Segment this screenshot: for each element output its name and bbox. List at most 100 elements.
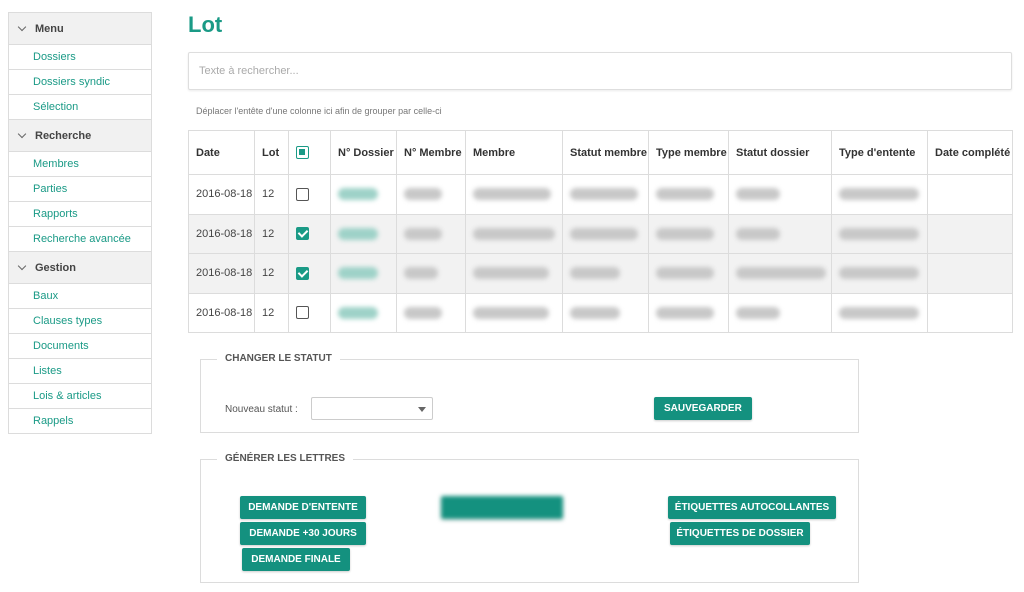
sidebar-item-baux[interactable]: Baux xyxy=(9,284,151,309)
redacted-text xyxy=(338,227,378,240)
sidebar-item-dossiers[interactable]: Dossiers xyxy=(9,45,151,70)
sidebar-item-membres[interactable]: Membres xyxy=(9,152,151,177)
redacted-text xyxy=(404,306,442,319)
redacted-text xyxy=(473,267,549,280)
save-button[interactable]: SAUVEGARDER xyxy=(654,397,752,420)
cell-statut-dossier xyxy=(728,213,832,254)
cell-lot: 12 xyxy=(254,174,289,215)
cell-type-entente xyxy=(831,213,928,254)
sidebar-section-menu[interactable]: Menu xyxy=(9,13,151,45)
demande-entente-button[interactable]: DEMANDE D'ENTENTE xyxy=(240,496,366,519)
redacted-text xyxy=(473,227,555,240)
sidebar-item-listes[interactable]: Listes xyxy=(9,359,151,384)
cell-statut-membre xyxy=(562,174,649,215)
row-checkbox[interactable] xyxy=(296,187,309,201)
redacted-text xyxy=(404,267,438,280)
caret-down-icon xyxy=(418,407,426,412)
cell-type-membre xyxy=(648,213,729,254)
column-header-type-entente[interactable]: Type d'entente xyxy=(831,130,928,175)
chevron-down-icon xyxy=(17,22,27,32)
cell-type-entente xyxy=(831,174,928,215)
panel-legend: GÉNÉRER LES LETTRES xyxy=(217,453,354,464)
sidebar-item-rapports[interactable]: Rapports xyxy=(9,202,151,227)
column-header-lot[interactable]: Lot xyxy=(254,130,289,175)
cell-date: 2016-08-18 xyxy=(188,174,255,215)
column-header-type-membre[interactable]: Type membre xyxy=(648,130,729,175)
cell-date-complete xyxy=(927,292,1013,333)
cell-membre xyxy=(465,174,563,215)
sidebar-item-lois-articles[interactable]: Lois & articles xyxy=(9,384,151,409)
redacted-text xyxy=(839,188,919,201)
redacted-text xyxy=(338,306,378,319)
sidebar-item-documents[interactable]: Documents xyxy=(9,334,151,359)
etiquettes-autocollantes-button[interactable]: ÉTIQUETTES AUTOCOLLANTES xyxy=(668,496,836,519)
cell-no-dossier xyxy=(330,213,397,254)
sidebar-item-recherche-avancee[interactable]: Recherche avancée xyxy=(9,227,151,252)
sidebar: Menu Dossiers Dossiers syndic Sélection … xyxy=(8,12,152,434)
new-status-label: Nouveau statut : xyxy=(225,404,298,415)
cell-lot: 12 xyxy=(254,213,289,254)
demande-30-jours-button[interactable]: DEMANDE +30 JOURS xyxy=(240,522,366,545)
table-row[interactable]: 2016-08-18 12 xyxy=(188,253,1013,294)
sidebar-item-clauses-types[interactable]: Clauses types xyxy=(9,309,151,334)
sidebar-section-recherche[interactable]: Recherche xyxy=(9,120,151,152)
lot-table: Date Lot N° Dossier N° Membre Membre Sta… xyxy=(188,130,1013,333)
table-row[interactable]: 2016-08-18 12 xyxy=(188,292,1013,333)
cell-no-membre xyxy=(396,253,466,294)
demande-finale-button[interactable]: DEMANDE FINALE xyxy=(242,548,350,571)
sidebar-item-rappels[interactable]: Rappels xyxy=(9,409,151,434)
cell-no-dossier xyxy=(330,253,397,294)
sidebar-section-gestion[interactable]: Gestion xyxy=(9,252,151,284)
cell-membre xyxy=(465,292,563,333)
search-input[interactable] xyxy=(188,52,1012,90)
table-row[interactable]: 2016-08-18 12 xyxy=(188,213,1013,254)
sidebar-item-parties[interactable]: Parties xyxy=(9,177,151,202)
column-header-statut-dossier[interactable]: Statut dossier xyxy=(728,130,832,175)
redacted-text xyxy=(404,227,442,240)
new-status-select[interactable] xyxy=(311,397,433,420)
redacted-text xyxy=(736,227,780,240)
redacted-text xyxy=(839,227,919,240)
row-checkbox[interactable] xyxy=(296,227,309,241)
cell-no-dossier xyxy=(330,174,397,215)
column-header-no-dossier[interactable]: N° Dossier xyxy=(330,130,397,175)
column-header-date-complete[interactable]: Date complété xyxy=(927,130,1013,175)
cell-date: 2016-08-18 xyxy=(188,213,255,254)
chevron-down-icon xyxy=(17,261,27,271)
cell-lot: 12 xyxy=(254,292,289,333)
redacted-text xyxy=(839,306,919,319)
cell-type-membre xyxy=(648,174,729,215)
redacted-text xyxy=(570,188,638,201)
cell-type-membre xyxy=(648,292,729,333)
generate-letters-panel: GÉNÉRER LES LETTRES DEMANDE D'ENTENTE DE… xyxy=(200,453,859,583)
redacted-text xyxy=(473,188,551,201)
sidebar-section-title: Menu xyxy=(35,22,64,35)
column-header-membre[interactable]: Membre xyxy=(465,130,563,175)
cell-date: 2016-08-18 xyxy=(188,253,255,294)
cell-membre xyxy=(465,253,563,294)
sidebar-item-selection[interactable]: Sélection xyxy=(9,95,151,120)
row-checkbox[interactable] xyxy=(296,266,309,280)
cell-date-complete xyxy=(927,213,1013,254)
cell-no-membre xyxy=(396,174,466,215)
cell-select xyxy=(288,292,331,333)
column-header-statut-membre[interactable]: Statut membre xyxy=(562,130,649,175)
column-header-no-membre[interactable]: N° Membre xyxy=(396,130,466,175)
column-header-date[interactable]: Date xyxy=(188,130,255,175)
cell-select xyxy=(288,213,331,254)
redacted-button[interactable] xyxy=(441,496,563,519)
redacted-text xyxy=(570,227,638,240)
cell-statut-dossier xyxy=(728,292,832,333)
redacted-text xyxy=(338,188,378,201)
cell-membre xyxy=(465,213,563,254)
cell-type-membre xyxy=(648,253,729,294)
redacted-text xyxy=(656,227,714,240)
cell-no-membre xyxy=(396,213,466,254)
sidebar-item-dossiers-syndic[interactable]: Dossiers syndic xyxy=(9,70,151,95)
select-all-checkbox[interactable] xyxy=(296,146,309,159)
row-checkbox[interactable] xyxy=(296,306,309,320)
redacted-text xyxy=(839,267,919,280)
table-row[interactable]: 2016-08-18 12 xyxy=(188,174,1013,215)
etiquettes-dossier-button[interactable]: ÉTIQUETTES DE DOSSIER xyxy=(670,522,810,545)
cell-date-complete xyxy=(927,253,1013,294)
